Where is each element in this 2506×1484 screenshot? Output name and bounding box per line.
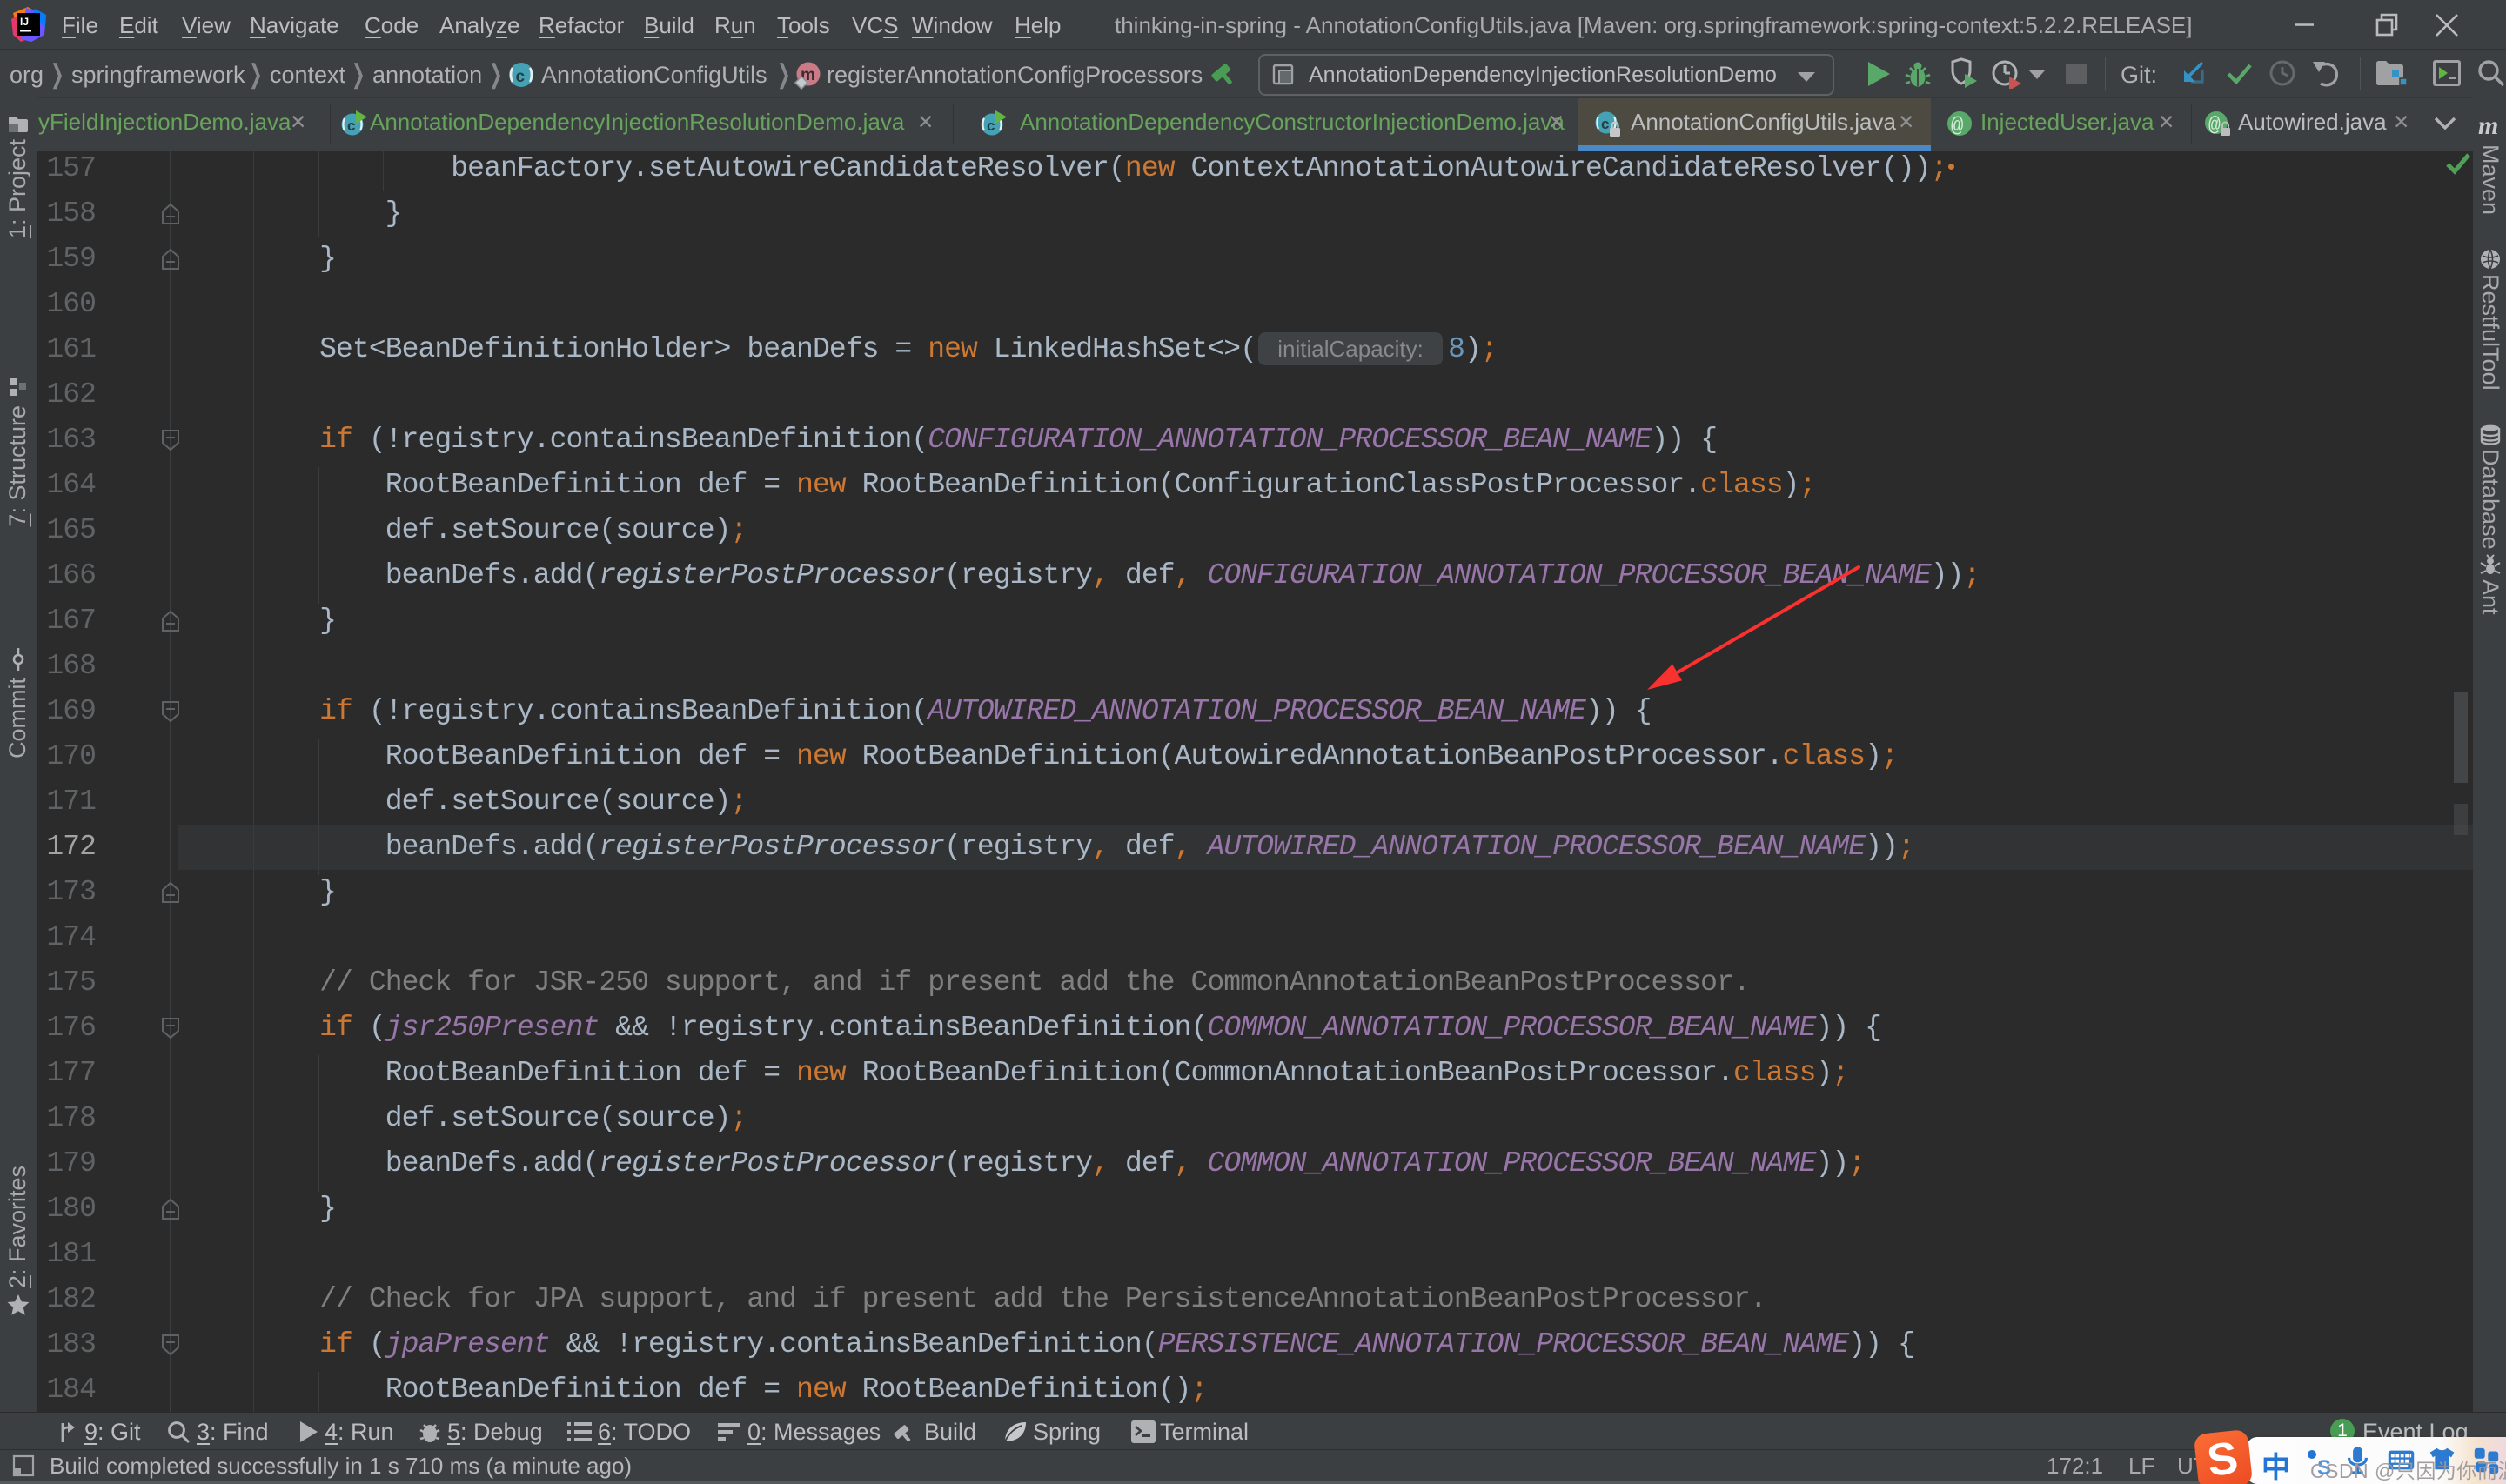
svg-text:c: c — [1601, 116, 1609, 132]
svg-text:c: c — [516, 68, 526, 86]
svg-text:c: c — [347, 117, 355, 134]
svg-text:c: c — [987, 117, 995, 134]
svg-text:IJ: IJ — [20, 16, 29, 28]
svg-text:@: @ — [1951, 115, 1963, 137]
svg-text:@: @ — [2208, 114, 2221, 137]
